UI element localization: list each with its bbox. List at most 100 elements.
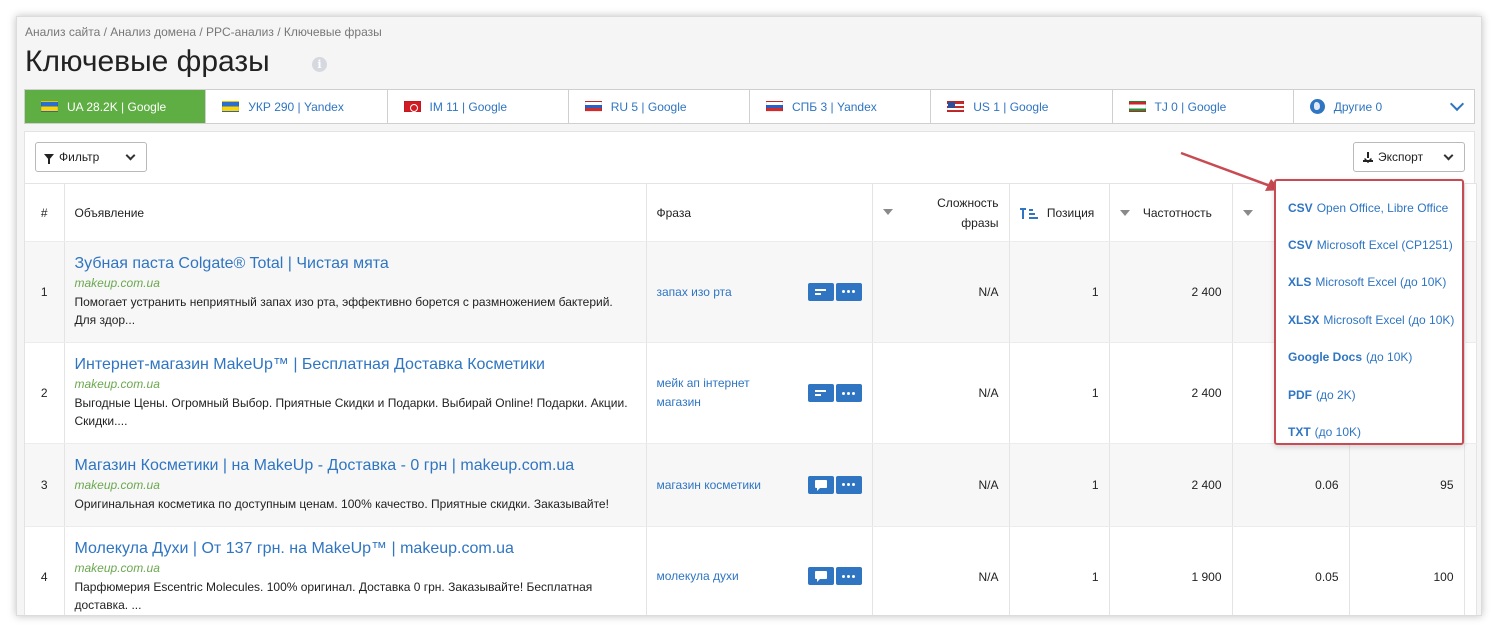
phrase-link[interactable]: магазин косметики: [657, 476, 792, 495]
download-icon: [1363, 152, 1373, 162]
format-name: CSV: [1288, 200, 1313, 215]
ad-title-link[interactable]: Магазин Косметики | на MakeUp - Доставка…: [75, 457, 636, 475]
filter-button[interactable]: Фильтр: [35, 142, 147, 172]
tab-label: IM 11 | Google: [429, 99, 508, 114]
more-dots-icon[interactable]: [835, 475, 862, 494]
tab-ukr-yandex[interactable]: УКР 290 | Yandex: [206, 90, 388, 123]
difficulty-value: N/A: [872, 526, 1010, 615]
position-value: 1: [1009, 241, 1110, 343]
table-row: 3 Магазин Косметики | на MakeUp - Достав…: [25, 443, 1477, 527]
ad-cell: Магазин Косметики | на MakeUp - Доставка…: [64, 443, 647, 527]
table-row: 2 Интернет-магазин MakeUp™ | Бесплатная …: [25, 342, 1477, 444]
header-ad[interactable]: Объявление: [64, 183, 647, 242]
ad-title-link[interactable]: Зубная паста Colgate® Total | Чистая мят…: [75, 255, 636, 273]
sort-caret-icon: [1242, 210, 1253, 217]
position-value: 1: [1009, 526, 1110, 615]
ad-cell: Зубная паста Colgate® Total | Чистая мят…: [64, 241, 647, 343]
breadcrumb[interactable]: Анализ сайта / Анализ домена / PPC-анали…: [25, 25, 382, 39]
phrase-link[interactable]: молекула духи: [657, 567, 792, 586]
ad-title-link[interactable]: Молекула Духи | От 137 грн. на MakeUp™ |…: [75, 540, 636, 558]
ad-title-link[interactable]: Интернет-магазин MakeUp™ | Бесплатная До…: [75, 356, 636, 374]
format-detail: Open Office, Libre Office: [1316, 200, 1449, 215]
ad-description: Помогает устранить неприятный запах изо …: [74, 295, 613, 327]
header-position-label: Позиция: [1046, 205, 1095, 220]
isle-of-man-flag-icon: [403, 101, 421, 112]
annotation-arrow-icon: [1180, 151, 1281, 191]
phrase-link[interactable]: запах изо рта: [657, 283, 792, 302]
difficulty-value: N/A: [872, 443, 1010, 527]
tab-label: RU 5 | Google: [610, 99, 687, 114]
format-detail: Microsoft Excel (до 10K): [1323, 312, 1455, 327]
chevron-down-icon: [125, 150, 136, 161]
table-row: 1 Зубная паста Colgate® Total | Чистая м…: [25, 241, 1477, 343]
export-label: Экспорт: [1378, 150, 1424, 164]
format-detail: Microsoft Excel (до 10K): [1315, 275, 1447, 290]
tab-label: TJ 0 | Google: [1154, 99, 1227, 114]
tab-spb-yandex[interactable]: СПБ 3 | Yandex: [750, 90, 932, 123]
format-detail: (до 2K): [1316, 387, 1356, 402]
header-spacer: [1464, 183, 1477, 242]
tab-tj-google[interactable]: TJ 0 | Google: [1112, 90, 1294, 123]
ad-cell: Интернет-магазин MakeUp™ | Бесплатная До…: [64, 342, 647, 444]
ukraine-flag-icon: [41, 101, 58, 112]
export-button[interactable]: Экспорт: [1353, 142, 1465, 172]
header-difficulty[interactable]: Сложность фразы: [872, 183, 1010, 242]
tab-us-google[interactable]: US 1 | Google: [931, 90, 1113, 123]
format-name: Google Docs: [1288, 350, 1363, 365]
header-position[interactable]: Позиция: [1009, 183, 1110, 242]
format-detail: Microsoft Excel (CP1251): [1316, 238, 1453, 253]
tab-ru-google[interactable]: RU 5 | Google: [568, 90, 750, 123]
export-google-docs[interactable]: Google Docs (до 10K): [1276, 339, 1462, 376]
info-icon[interactable]: i: [312, 57, 327, 72]
phrase-link[interactable]: мейк ап інтернет магазин: [657, 374, 792, 412]
frequency-value: 2 400: [1109, 342, 1233, 444]
tab-im-google[interactable]: IM 11 | Google: [387, 90, 569, 123]
comment-icon[interactable]: [807, 567, 834, 585]
ad-description: Оригинальная косметика по доступным цена…: [74, 497, 609, 511]
format-name: XLSX: [1288, 312, 1320, 327]
export-xls[interactable]: XLS Microsoft Excel (до 10K): [1276, 264, 1462, 301]
chevron-down-icon: [1443, 150, 1454, 161]
format-name: PDF: [1288, 387, 1312, 402]
more-dots-icon[interactable]: [835, 384, 862, 402]
phrase-actions: [807, 282, 862, 301]
spacer-cell: [1464, 526, 1477, 615]
more-dots-icon[interactable]: [835, 282, 862, 301]
tab-label: US 1 | Google: [973, 99, 1049, 114]
header-phrase[interactable]: Фраза: [646, 183, 873, 242]
frequency-value: 2 400: [1109, 241, 1233, 343]
lines-icon[interactable]: [807, 282, 834, 301]
tab-label: УКР 290 | Yandex: [248, 99, 344, 114]
comment-icon[interactable]: [807, 475, 834, 494]
header-difficulty-line1: Сложность: [937, 195, 999, 210]
format-name: TXT: [1288, 425, 1311, 440]
export-csv-openoffice[interactable]: CSV Open Office, Libre Office: [1276, 189, 1462, 226]
spacer-cell: [1464, 241, 1477, 343]
position-value: 1: [1009, 342, 1110, 444]
tab-label: UA 28.2K | Google: [67, 99, 167, 114]
tab-other[interactable]: Другие 0: [1293, 90, 1474, 123]
lines-icon[interactable]: [807, 384, 834, 402]
russia-flag-icon: [584, 101, 602, 112]
phrase-cell: молекула духи: [646, 526, 873, 615]
col9-value: 100: [1349, 526, 1465, 615]
ad-url: makeup.com.ua: [74, 276, 160, 290]
row-num: 4: [25, 526, 65, 615]
more-dots-icon[interactable]: [835, 567, 862, 585]
export-pdf[interactable]: PDF (до 2K): [1276, 376, 1462, 413]
russia-flag-icon: [766, 101, 783, 112]
sort-caret-icon: [1119, 210, 1130, 217]
export-xlsx[interactable]: XLSX Microsoft Excel (до 10K): [1276, 301, 1462, 338]
export-csv-excel[interactable]: CSV Microsoft Excel (CP1251): [1276, 226, 1462, 263]
ad-url: makeup.com.ua: [74, 560, 160, 575]
col9-value: 95: [1349, 443, 1465, 527]
row-num: 2: [25, 342, 65, 444]
spacer-cell: [1464, 342, 1477, 444]
ad-url: makeup.com.ua: [74, 478, 160, 492]
tab-ua-google[interactable]: UA 28.2K | Google: [25, 90, 207, 123]
region-tabs: UA 28.2K | Google УКР 290 | Yandex IM 11…: [24, 89, 1475, 124]
ukraine-flag-icon: [222, 101, 240, 112]
export-txt[interactable]: TXT (до 10K): [1276, 413, 1462, 450]
frequency-value: 1 900: [1109, 526, 1233, 615]
ad-description: Выгодные Цены. Огромный Выбор. Приятные …: [74, 396, 628, 428]
